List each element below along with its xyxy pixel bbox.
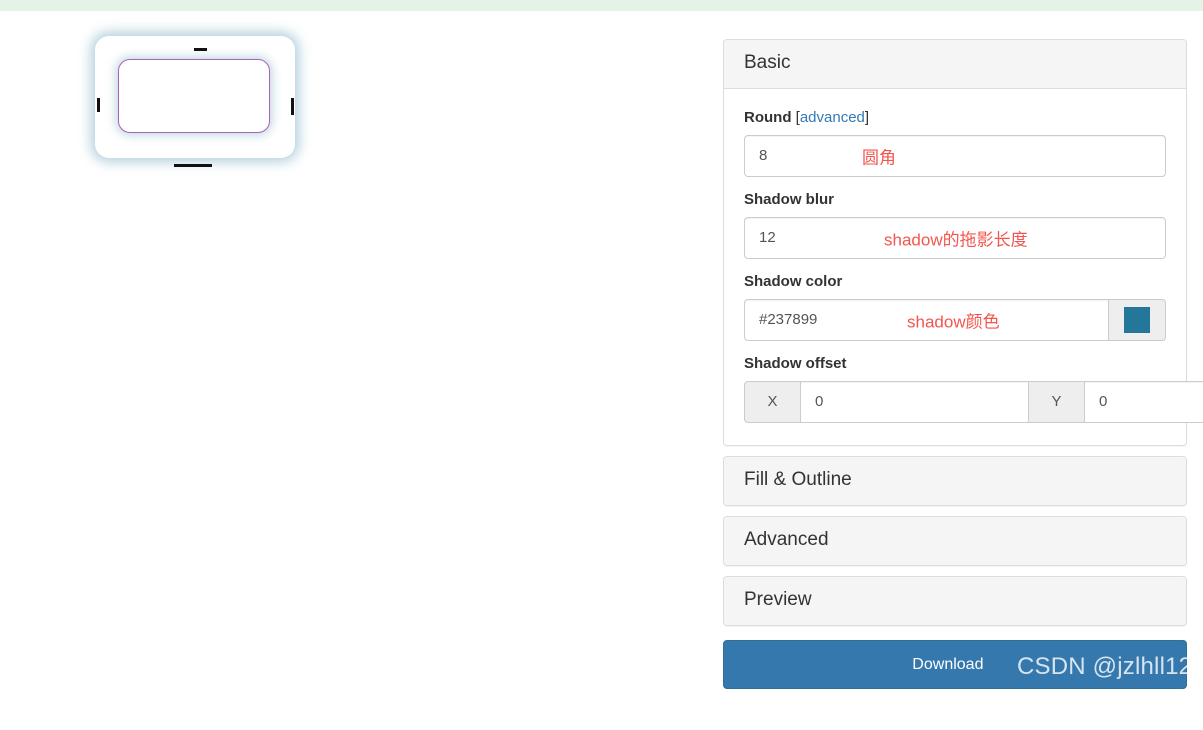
offset-x-addon: X	[744, 380, 801, 423]
label-shadow-blur: Shadow blur	[744, 190, 834, 208]
controls-column: Basic Round [advanced] 圆角 Shadow blur sh…	[723, 39, 1203, 689]
panel-basic-title: Basic	[744, 52, 791, 73]
round-input[interactable]	[744, 134, 1166, 177]
panel-advanced-header[interactable]: Advanced	[724, 516, 1186, 565]
round-advanced-wrap: [advanced]	[791, 109, 869, 126]
offset-y-addon: Y	[1029, 380, 1085, 423]
panel-advanced-title: Advanced	[744, 528, 829, 550]
shape-rounded-rectangle[interactable]	[118, 59, 270, 133]
bracket-close: ]	[864, 108, 870, 126]
panel-basic-header[interactable]: Basic	[724, 40, 1186, 89]
label-shadow-color: Shadow color	[744, 272, 843, 290]
shadow-color-picker-button[interactable]	[1109, 298, 1166, 341]
color-swatch-icon	[1124, 306, 1150, 333]
panel-preview-title: Preview	[744, 588, 812, 610]
handle-tick-right[interactable]	[291, 98, 294, 115]
panel-fill-outline-title: Fill & Outline	[744, 468, 852, 490]
panel-fill-outline-header[interactable]: Fill & Outline	[724, 456, 1186, 505]
field-shadow-offset: X Y	[744, 380, 1203, 423]
shadow-blur-input[interactable]	[744, 216, 1166, 259]
field-round: 圆角	[744, 134, 1166, 177]
preview-canvas	[0, 11, 715, 730]
panel-basic: Basic Round [advanced] 圆角 Shadow blur sh…	[723, 39, 1203, 446]
panel-advanced: Advanced	[723, 515, 1187, 566]
label-round: Round [advanced]	[744, 109, 1166, 127]
download-button-label: Download	[912, 655, 984, 673]
field-shadow-blur: shadow的拖影长度	[744, 216, 1166, 259]
panel-preview: Preview	[723, 575, 1187, 626]
shape-preview[interactable]	[95, 36, 295, 167]
handle-tick-top[interactable]	[194, 48, 207, 51]
handle-tick-left[interactable]	[97, 98, 100, 112]
round-advanced-link[interactable]: advanced	[800, 109, 865, 126]
panel-fill-outline: Fill & Outline	[723, 455, 1187, 506]
handle-tick-bottom[interactable]	[174, 164, 212, 167]
top-accent-bar	[0, 0, 1203, 11]
field-shadow-color: shadow颜色	[744, 298, 1166, 341]
label-round-text: Round	[744, 108, 792, 126]
download-button[interactable]: Download	[723, 639, 1187, 689]
offset-y-input[interactable]	[1085, 380, 1203, 423]
label-shadow-offset: Shadow offset	[744, 354, 847, 372]
offset-x-input[interactable]	[801, 380, 1029, 423]
shadow-color-input[interactable]	[744, 298, 1109, 341]
download-area: Download CSDN @jzlhll123	[723, 639, 1203, 689]
shadow-color-group	[744, 298, 1166, 341]
panel-basic-body: Round [advanced] 圆角 Shadow blur shadow的拖…	[724, 89, 1203, 445]
panel-preview-header[interactable]: Preview	[724, 576, 1186, 625]
